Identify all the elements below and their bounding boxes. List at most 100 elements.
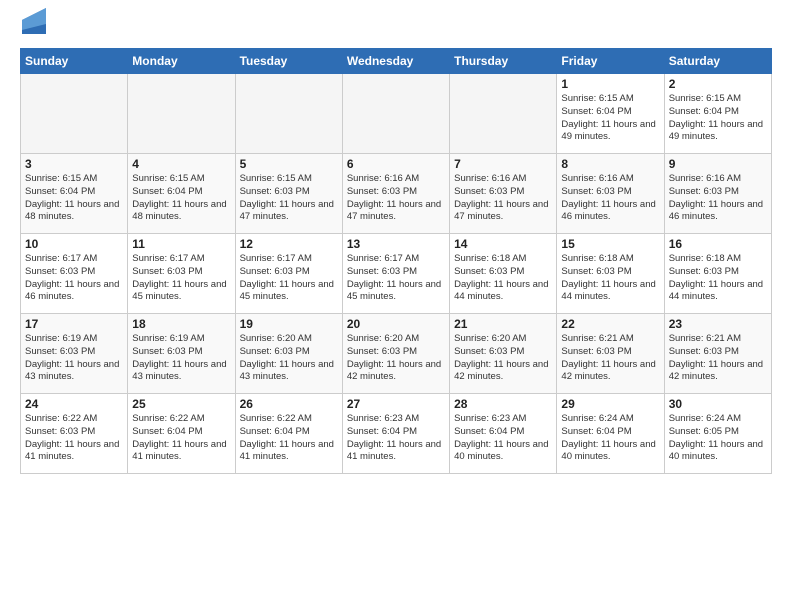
col-header-friday: Friday (557, 49, 664, 74)
day-number: 2 (669, 77, 767, 91)
day-info: Sunrise: 6:15 AM Sunset: 6:04 PM Dayligh… (25, 173, 123, 224)
day-info: Sunrise: 6:20 AM Sunset: 6:03 PM Dayligh… (240, 333, 338, 384)
day-info: Sunrise: 6:17 AM Sunset: 6:03 PM Dayligh… (25, 253, 123, 304)
day-number: 8 (561, 157, 659, 171)
day-info: Sunrise: 6:18 AM Sunset: 6:03 PM Dayligh… (561, 253, 659, 304)
calendar-cell: 2 Sunrise: 6:15 AM Sunset: 6:04 PM Daylig… (664, 74, 771, 154)
calendar-cell: 21 Sunrise: 6:20 AM Sunset: 6:03 PM Dayli… (450, 314, 557, 394)
day-number: 19 (240, 317, 338, 331)
calendar-cell: 23 Sunrise: 6:21 AM Sunset: 6:03 PM Dayli… (664, 314, 771, 394)
day-number: 24 (25, 397, 123, 411)
day-info: Sunrise: 6:17 AM Sunset: 6:03 PM Dayligh… (132, 253, 230, 304)
day-number: 4 (132, 157, 230, 171)
day-number: 29 (561, 397, 659, 411)
day-info: Sunrise: 6:23 AM Sunset: 6:04 PM Dayligh… (347, 413, 445, 464)
calendar-cell: 16 Sunrise: 6:18 AM Sunset: 6:03 PM Dayli… (664, 234, 771, 314)
calendar-header-row: SundayMondayTuesdayWednesdayThursdayFrid… (21, 49, 772, 74)
page: SundayMondayTuesdayWednesdayThursdayFrid… (0, 0, 792, 490)
day-number: 18 (132, 317, 230, 331)
day-number: 5 (240, 157, 338, 171)
day-number: 22 (561, 317, 659, 331)
calendar-cell: 1 Sunrise: 6:15 AM Sunset: 6:04 PM Daylig… (557, 74, 664, 154)
calendar-cell: 6 Sunrise: 6:16 AM Sunset: 6:03 PM Daylig… (342, 154, 449, 234)
calendar-week-2: 3 Sunrise: 6:15 AM Sunset: 6:04 PM Daylig… (21, 154, 772, 234)
day-info: Sunrise: 6:16 AM Sunset: 6:03 PM Dayligh… (561, 173, 659, 224)
day-number: 10 (25, 237, 123, 251)
calendar-cell: 28Sunrise: 6:23 AM Sunset: 6:04 PM Dayli… (450, 394, 557, 474)
calendar-cell: 3 Sunrise: 6:15 AM Sunset: 6:04 PM Daylig… (21, 154, 128, 234)
day-info: Sunrise: 6:16 AM Sunset: 6:03 PM Dayligh… (454, 173, 552, 224)
day-number: 23 (669, 317, 767, 331)
calendar-cell: 11 Sunrise: 6:17 AM Sunset: 6:03 PM Dayli… (128, 234, 235, 314)
calendar-cell: 7 Sunrise: 6:16 AM Sunset: 6:03 PM Daylig… (450, 154, 557, 234)
day-info: Sunrise: 6:15 AM Sunset: 6:03 PM Dayligh… (240, 173, 338, 224)
calendar-cell: 10 Sunrise: 6:17 AM Sunset: 6:03 PM Dayli… (21, 234, 128, 314)
day-info: Sunrise: 6:15 AM Sunset: 6:04 PM Dayligh… (561, 93, 659, 144)
logo-icon (22, 8, 46, 38)
day-number: 17 (25, 317, 123, 331)
col-header-wednesday: Wednesday (342, 49, 449, 74)
calendar-week-5: 24 Sunrise: 6:22 AM Sunset: 6:03 PM Dayli… (21, 394, 772, 474)
day-number: 20 (347, 317, 445, 331)
day-number: 6 (347, 157, 445, 171)
day-number: 9 (669, 157, 767, 171)
col-header-saturday: Saturday (664, 49, 771, 74)
day-number: 25 (132, 397, 230, 411)
col-header-tuesday: Tuesday (235, 49, 342, 74)
calendar-cell: 25 Sunrise: 6:22 AM Sunset: 6:04 PM Dayli… (128, 394, 235, 474)
calendar-cell: 30 Sunrise: 6:24 AM Sunset: 6:05 PM Dayli… (664, 394, 771, 474)
day-number: 30 (669, 397, 767, 411)
day-number: 28 (454, 397, 552, 411)
calendar-cell: 17Sunrise: 6:19 AM Sunset: 6:03 PM Dayli… (21, 314, 128, 394)
calendar-cell (235, 74, 342, 154)
col-header-monday: Monday (128, 49, 235, 74)
calendar-cell: 18Sunrise: 6:19 AM Sunset: 6:03 PM Dayli… (128, 314, 235, 394)
day-number: 16 (669, 237, 767, 251)
day-info: Sunrise: 6:17 AM Sunset: 6:03 PM Dayligh… (347, 253, 445, 304)
day-info: Sunrise: 6:24 AM Sunset: 6:05 PM Dayligh… (669, 413, 767, 464)
day-number: 15 (561, 237, 659, 251)
calendar-cell (128, 74, 235, 154)
day-info: Sunrise: 6:22 AM Sunset: 6:04 PM Dayligh… (132, 413, 230, 464)
day-info: Sunrise: 6:20 AM Sunset: 6:03 PM Dayligh… (347, 333, 445, 384)
day-number: 11 (132, 237, 230, 251)
calendar-week-4: 17Sunrise: 6:19 AM Sunset: 6:03 PM Dayli… (21, 314, 772, 394)
day-info: Sunrise: 6:20 AM Sunset: 6:03 PM Dayligh… (454, 333, 552, 384)
day-info: Sunrise: 6:21 AM Sunset: 6:03 PM Dayligh… (561, 333, 659, 384)
day-number: 26 (240, 397, 338, 411)
day-number: 3 (25, 157, 123, 171)
day-info: Sunrise: 6:18 AM Sunset: 6:03 PM Dayligh… (669, 253, 767, 304)
day-info: Sunrise: 6:24 AM Sunset: 6:04 PM Dayligh… (561, 413, 659, 464)
col-header-sunday: Sunday (21, 49, 128, 74)
calendar-cell: 24 Sunrise: 6:22 AM Sunset: 6:03 PM Dayli… (21, 394, 128, 474)
day-number: 13 (347, 237, 445, 251)
day-number: 7 (454, 157, 552, 171)
calendar-cell: 27 Sunrise: 6:23 AM Sunset: 6:04 PM Dayli… (342, 394, 449, 474)
day-number: 27 (347, 397, 445, 411)
calendar-week-1: 1 Sunrise: 6:15 AM Sunset: 6:04 PM Daylig… (21, 74, 772, 154)
calendar-cell: 22 Sunrise: 6:21 AM Sunset: 6:03 PM Dayli… (557, 314, 664, 394)
calendar-cell: 14 Sunrise: 6:18 AM Sunset: 6:03 PM Dayli… (450, 234, 557, 314)
day-info: Sunrise: 6:15 AM Sunset: 6:04 PM Dayligh… (669, 93, 767, 144)
day-number: 12 (240, 237, 338, 251)
calendar-cell: 26 Sunrise: 6:22 AM Sunset: 6:04 PM Dayli… (235, 394, 342, 474)
day-number: 1 (561, 77, 659, 91)
calendar-table: SundayMondayTuesdayWednesdayThursdayFrid… (20, 48, 772, 474)
day-number: 21 (454, 317, 552, 331)
logo (20, 16, 46, 38)
calendar-cell: 15 Sunrise: 6:18 AM Sunset: 6:03 PM Dayli… (557, 234, 664, 314)
day-info: Sunrise: 6:21 AM Sunset: 6:03 PM Dayligh… (669, 333, 767, 384)
calendar-cell: 13 Sunrise: 6:17 AM Sunset: 6:03 PM Dayli… (342, 234, 449, 314)
calendar-week-3: 10 Sunrise: 6:17 AM Sunset: 6:03 PM Dayli… (21, 234, 772, 314)
day-info: Sunrise: 6:18 AM Sunset: 6:03 PM Dayligh… (454, 253, 552, 304)
calendar-cell: 9Sunrise: 6:16 AM Sunset: 6:03 PM Daylig… (664, 154, 771, 234)
day-info: Sunrise: 6:22 AM Sunset: 6:03 PM Dayligh… (25, 413, 123, 464)
calendar-cell (21, 74, 128, 154)
day-number: 14 (454, 237, 552, 251)
day-info: Sunrise: 6:22 AM Sunset: 6:04 PM Dayligh… (240, 413, 338, 464)
day-info: Sunrise: 6:16 AM Sunset: 6:03 PM Dayligh… (347, 173, 445, 224)
calendar-cell (342, 74, 449, 154)
day-info: Sunrise: 6:15 AM Sunset: 6:04 PM Dayligh… (132, 173, 230, 224)
calendar-cell: 20 Sunrise: 6:20 AM Sunset: 6:03 PM Dayli… (342, 314, 449, 394)
calendar-cell (450, 74, 557, 154)
